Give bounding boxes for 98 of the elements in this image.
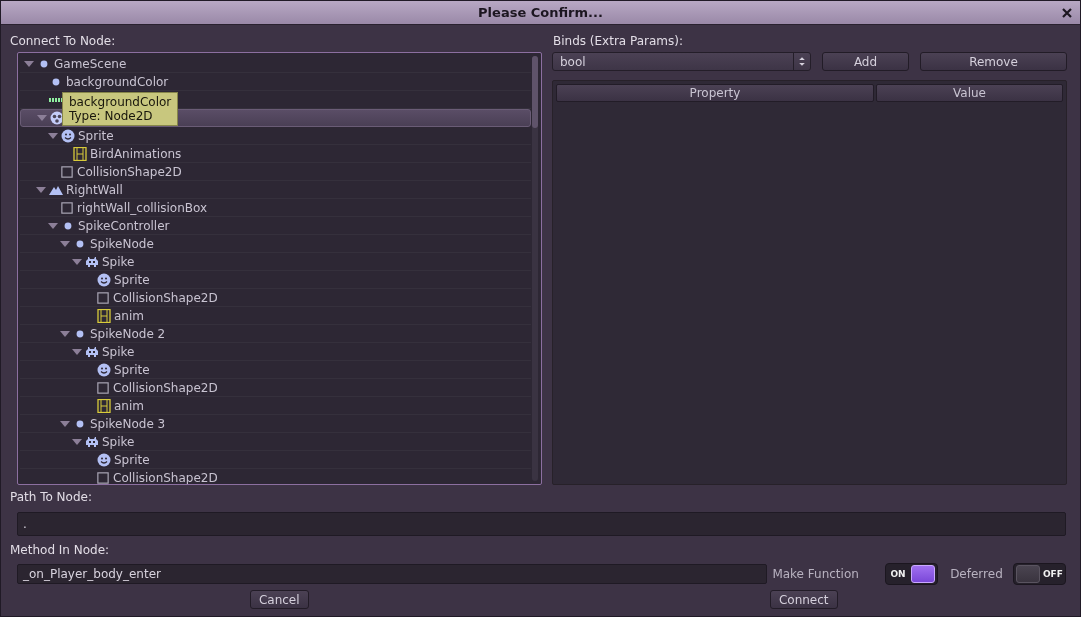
tree-item[interactable]: Spike <box>20 433 531 451</box>
node-name: CollisionShape2D <box>77 164 182 179</box>
dialog-button[interactable]: Connect <box>769 590 838 609</box>
scrollbar[interactable] <box>532 56 538 481</box>
node-name: BirdAnimations <box>90 146 182 161</box>
ball-icon <box>50 111 64 125</box>
node-name: Spike <box>102 434 135 449</box>
smiley-icon <box>97 452 111 467</box>
film-icon <box>97 398 111 413</box>
expand-arrow-icon[interactable] <box>48 131 58 140</box>
tree-item[interactable]: CollisionShape2D <box>20 289 531 307</box>
dot-icon <box>76 419 84 428</box>
tooltip: backgroundColor Type: Node2D <box>62 92 179 126</box>
square-icon <box>97 381 109 394</box>
smiley-icon <box>97 362 111 377</box>
method-field[interactable]: _on_Player_body_enter <box>17 564 768 584</box>
tree-item[interactable]: Spike <box>20 253 531 271</box>
dialog-button[interactable]: Cancel <box>249 590 309 609</box>
smiley-icon <box>61 128 75 143</box>
field-label: Path To Node: <box>10 490 93 504</box>
node-name: RightWall <box>66 182 123 197</box>
expand-arrow-icon[interactable] <box>48 221 58 230</box>
bind-button[interactable]: Add <box>822 52 909 71</box>
tree-item[interactable]: CollisionShape2D <box>20 163 531 181</box>
toggle-label: Make Function <box>772 567 859 581</box>
tree-item[interactable]: SpikeNode <box>20 235 531 253</box>
node-name: GameScene <box>54 56 127 71</box>
expand-arrow-icon[interactable] <box>72 437 82 446</box>
smiley-icon <box>97 272 111 287</box>
square-icon <box>97 291 109 304</box>
node-name: anim <box>114 398 144 413</box>
field-label: Method In Node: <box>10 543 111 557</box>
node-name: CollisionShape2D <box>113 470 218 484</box>
invader-icon <box>85 434 99 449</box>
toggle-switch[interactable]: OFF <box>1012 563 1066 585</box>
expand-arrow-icon[interactable] <box>72 347 82 356</box>
square-icon <box>97 471 109 484</box>
node-name: SpikeNode <box>90 236 154 251</box>
square-icon <box>61 165 73 178</box>
tree-item[interactable]: RightWall <box>20 181 531 199</box>
node-name: SpikeNode 2 <box>90 326 166 341</box>
tree-item[interactable]: SpikeNode 3 <box>20 415 531 433</box>
tree-item[interactable]: SpikeNode 2 <box>20 325 531 343</box>
film-icon <box>73 146 87 161</box>
type-select[interactable]: bool <box>552 52 811 71</box>
tree-item[interactable]: CollisionShape2D <box>20 379 531 397</box>
tree-item[interactable]: GameScene <box>20 55 531 73</box>
tree-item[interactable]: Sprite <box>20 451 531 469</box>
bind-button[interactable]: Remove <box>920 52 1067 71</box>
close-icon[interactable] <box>1062 8 1072 18</box>
square-icon <box>61 201 73 214</box>
path-field[interactable]: . <box>17 512 1066 536</box>
dot-icon <box>76 239 84 248</box>
tree-item[interactable]: Sprite <box>20 127 531 145</box>
tree-item[interactable]: anim <box>20 397 531 415</box>
node-name: SpikeController <box>78 218 170 233</box>
column-header[interactable]: Value <box>876 84 1063 102</box>
node-name: Spike <box>102 254 135 269</box>
node-name: Spike <box>102 344 135 359</box>
expand-arrow-icon[interactable] <box>24 59 34 68</box>
invader-icon <box>85 344 99 359</box>
toggle-label: Deferred <box>950 567 1003 581</box>
tree-item[interactable]: anim <box>20 307 531 325</box>
tree-item[interactable]: backgroundColor <box>20 73 531 91</box>
node-name: CollisionShape2D <box>113 290 218 305</box>
node-name: Sprite <box>114 362 150 377</box>
field-label: Connect To Node: <box>10 34 117 48</box>
node-name: Sprite <box>78 128 114 143</box>
expand-arrow-icon[interactable] <box>60 419 70 428</box>
tree-item[interactable]: SpikeController <box>20 217 531 235</box>
node-name: Sprite <box>114 452 150 467</box>
column-header[interactable]: Property <box>556 84 874 102</box>
node-name: rightWall_collisionBox <box>77 200 208 215</box>
tree-item[interactable]: Sprite <box>20 361 531 379</box>
tree-item[interactable]: CollisionShape2D <box>20 469 531 484</box>
expand-arrow-icon[interactable] <box>72 257 82 266</box>
dot-icon <box>40 59 48 68</box>
tree-item[interactable]: rightWall_collisionBox <box>20 199 531 217</box>
tree-item[interactable]: Sprite <box>20 271 531 289</box>
invader-icon <box>85 254 99 269</box>
node-name: Sprite <box>114 272 150 287</box>
toggle-switch[interactable]: ON <box>884 563 939 585</box>
film-icon <box>97 308 111 323</box>
window-title: Please Confirm... <box>478 5 603 20</box>
tree-item[interactable]: Spike <box>20 343 531 361</box>
node-name: anim <box>114 308 144 323</box>
expand-arrow-icon[interactable] <box>37 114 47 122</box>
node-name: CollisionShape2D <box>113 380 218 395</box>
field-label: Binds (Extra Params): <box>553 34 685 48</box>
tree-item[interactable]: BirdAnimations <box>20 145 531 163</box>
expand-arrow-icon[interactable] <box>36 185 46 194</box>
expand-arrow-icon[interactable] <box>60 329 70 338</box>
node-name: SpikeNode 3 <box>90 416 166 431</box>
dot-icon <box>52 77 60 86</box>
dot-icon <box>76 329 84 338</box>
node-name: backgroundColor <box>66 74 169 89</box>
expand-arrow-icon[interactable] <box>60 239 70 248</box>
dot-icon <box>64 221 72 230</box>
